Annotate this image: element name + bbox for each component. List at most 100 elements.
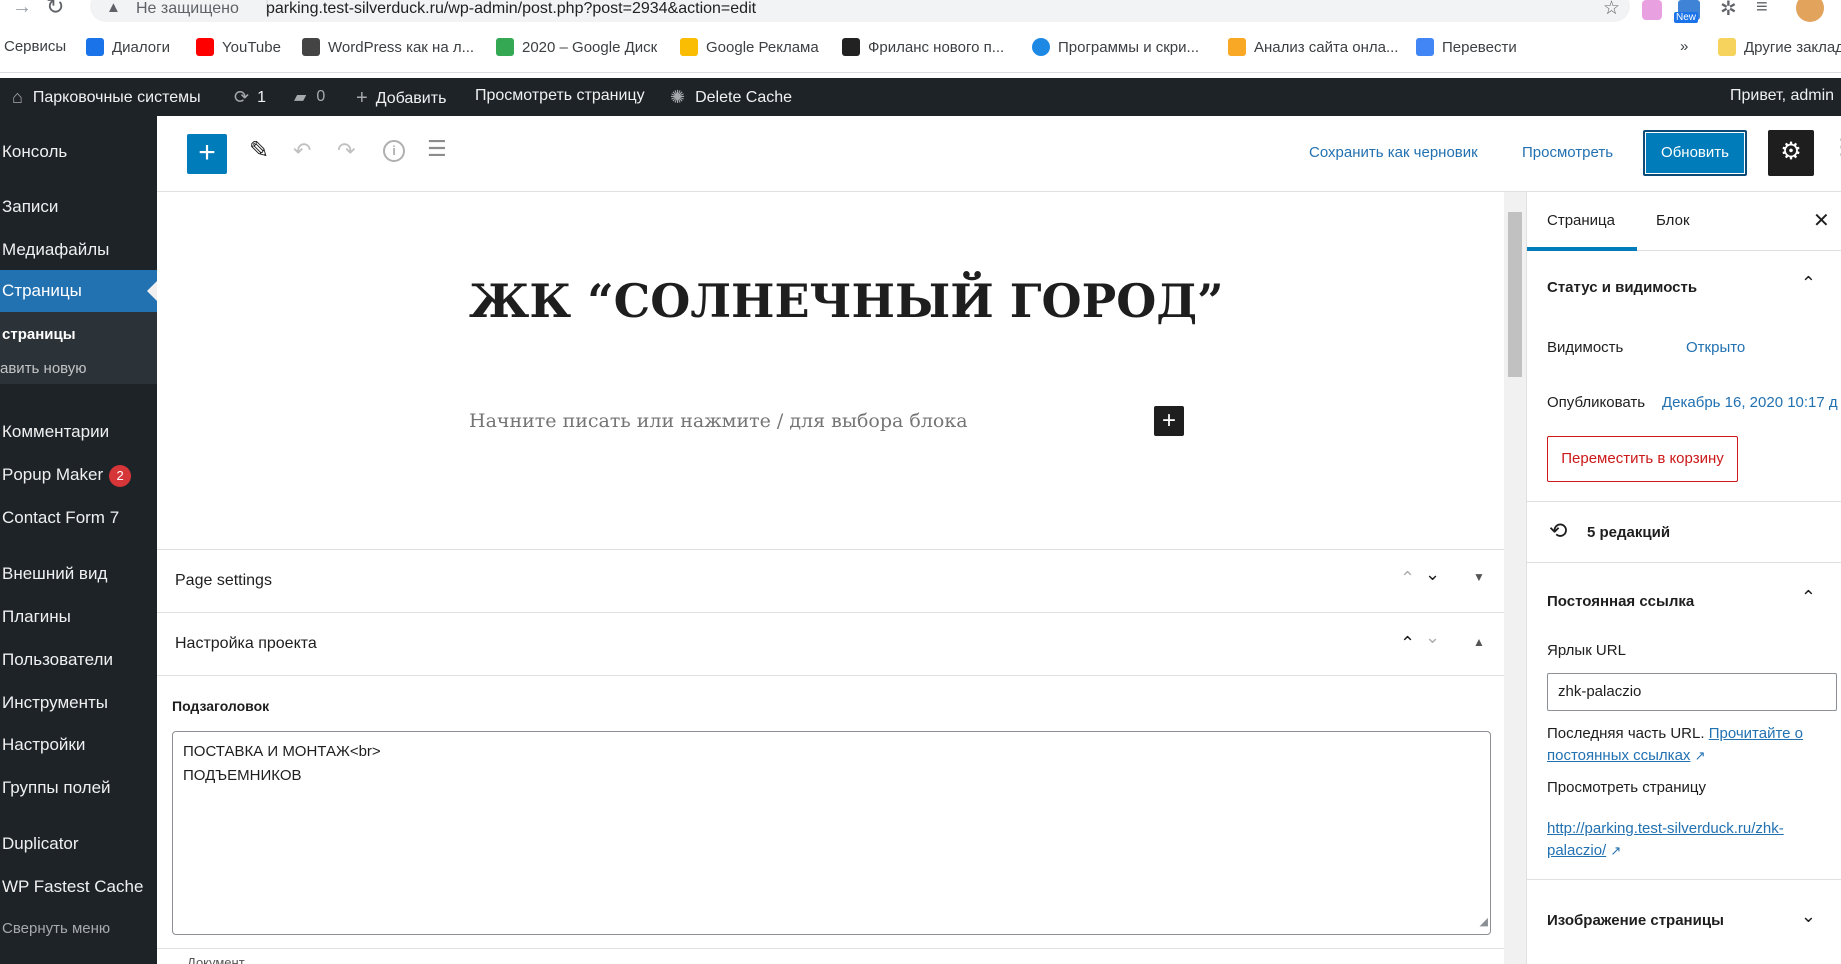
move-to-trash-button[interactable]: Переместить в корзину: [1547, 436, 1738, 482]
move-up-icon[interactable]: ⌃: [1400, 568, 1415, 589]
block-placeholder[interactable]: Начните писать или нажмите / для выбора …: [469, 410, 968, 432]
youtube-icon: [196, 38, 214, 56]
menu-settings[interactable]: Настройки: [2, 735, 85, 755]
list-view-icon[interactable]: ☰: [427, 136, 447, 162]
save-draft-button[interactable]: Сохранить как черновик: [1309, 144, 1478, 161]
greeting-link[interactable]: Привет, admin: [1730, 87, 1834, 105]
status-visibility-title[interactable]: Статус и видимость: [1547, 279, 1697, 296]
menu-tools[interactable]: Инструменты: [2, 693, 108, 713]
reading-list-icon[interactable]: ≡: [1756, 0, 1768, 19]
menu-posts[interactable]: Записи: [2, 197, 58, 217]
menu-popup-maker[interactable]: Popup Maker 2: [2, 465, 132, 487]
page-settings-title[interactable]: Page settings: [175, 572, 272, 590]
reload-icon[interactable]: ↻: [46, 0, 64, 20]
bookmark-freelance[interactable]: Фриланс нового п...: [842, 38, 1004, 56]
menu-contact-form[interactable]: Contact Form 7: [2, 508, 119, 528]
publish-date[interactable]: Декабрь 16, 2020 10:17 д: [1662, 394, 1838, 411]
menu-pages-active[interactable]: Страницы: [0, 270, 157, 312]
canvas-scroll-thumb[interactable]: [1508, 212, 1522, 377]
undo-icon[interactable]: ↶: [293, 138, 311, 164]
edit-tool-icon[interactable]: ✎: [249, 136, 269, 165]
menu-field-groups[interactable]: Группы полей: [2, 778, 111, 798]
move-down-icon[interactable]: ⌄: [1425, 627, 1440, 648]
page-settings-metabox: Page settings ⌃ ⌄ ▼: [157, 549, 1504, 612]
bookmark-wordpress[interactable]: WordPress как на л...: [302, 38, 474, 56]
active-arrow: [147, 281, 157, 301]
forward-icon[interactable]: →: [12, 0, 32, 19]
settings-gear-button[interactable]: ⚙: [1768, 130, 1814, 176]
subtitle-textarea[interactable]: ПОСТАВКА И МОНТАЖ<br> ПОДЪЕМНИКОВ ◢: [172, 731, 1491, 935]
bookmarks-overflow[interactable]: »: [1680, 38, 1688, 55]
move-up-icon[interactable]: ⌃: [1400, 633, 1415, 654]
collapse-menu[interactable]: Свернуть меню: [2, 920, 110, 937]
chevron-down-icon[interactable]: ⌄: [1801, 906, 1816, 927]
chevron-up-icon[interactable]: ⌃: [1801, 587, 1816, 608]
extension-icon[interactable]: [1642, 0, 1662, 20]
tab-page[interactable]: Страница: [1547, 212, 1615, 229]
bookmark-google-ads[interactable]: Google Реклама: [680, 38, 819, 56]
redo-icon[interactable]: ↷: [337, 138, 355, 164]
resize-handle-icon[interactable]: ◢: [1480, 910, 1488, 934]
menu-duplicator[interactable]: Duplicator: [2, 834, 79, 854]
block-inserter-button[interactable]: +: [187, 134, 227, 174]
submenu-add-new[interactable]: авить новую: [0, 360, 87, 377]
plus-icon: +: [356, 87, 368, 109]
page-url-link-cont[interactable]: palaczio/: [1547, 842, 1606, 859]
bookmark-translate[interactable]: Перевести: [1416, 38, 1517, 56]
comments-link[interactable]: ▰ 0: [294, 87, 325, 107]
inline-inserter-button[interactable]: +: [1154, 406, 1184, 436]
address-bar[interactable]: ▲ Не защищено | parking.test-silverduck.…: [90, 0, 1630, 22]
toggle-panel-icon[interactable]: ▲: [1473, 635, 1485, 649]
permalink-title[interactable]: Постоянная ссылка: [1547, 593, 1694, 610]
menu-users[interactable]: Пользователи: [2, 650, 113, 670]
bookmark-google-drive[interactable]: 2020 – Google Диск: [496, 38, 657, 56]
bookmark-programs[interactable]: Программы и скри...: [1032, 38, 1199, 56]
bookmark-youtube[interactable]: YouTube: [196, 38, 281, 56]
read-about-link-cont[interactable]: постоянных ссылках: [1547, 747, 1690, 764]
view-page-link[interactable]: Просмотреть страницу: [475, 87, 645, 105]
bookmark-other[interactable]: Другие заклад: [1718, 38, 1841, 56]
tab-block[interactable]: Блок: [1656, 212, 1690, 229]
slug-input[interactable]: zhk-palaczio: [1547, 673, 1837, 711]
featured-image-title[interactable]: Изображение страницы: [1547, 912, 1724, 929]
updates-link[interactable]: ⟳ 1: [234, 87, 266, 108]
more-options-icon[interactable]: ⋮: [1831, 134, 1841, 160]
history-icon: ⟲: [1549, 518, 1568, 543]
post-title[interactable]: ЖК “СОЛНЕЧНЫЙ ГОРОД”: [469, 274, 1224, 328]
menu-plugins[interactable]: Плагины: [2, 607, 71, 627]
url-text[interactable]: parking.test-silverduck.ru/wp-admin/post…: [266, 0, 756, 18]
breadcrumb[interactable]: Документ: [187, 955, 245, 964]
revisions-link[interactable]: 5 редакций: [1587, 524, 1670, 541]
bookmark-dialogs[interactable]: Диалоги: [86, 38, 170, 56]
project-settings-title[interactable]: Настройка проекта: [175, 635, 317, 653]
close-icon[interactable]: ✕: [1813, 208, 1830, 233]
read-about-link[interactable]: Прочитайте о: [1709, 725, 1803, 742]
sidebar-tabs: Страница Блок ✕: [1527, 192, 1841, 251]
preview-button[interactable]: Просмотреть: [1522, 144, 1613, 161]
submenu-all-pages[interactable]: страницы: [2, 326, 76, 343]
menu-appearance[interactable]: Внешний вид: [2, 564, 107, 584]
permalink-help: Последняя часть URL. Прочитайте о постоя…: [1547, 725, 1804, 764]
info-icon[interactable]: i: [383, 140, 405, 162]
new-badge: New: [1674, 12, 1699, 23]
puzzle-icon[interactable]: ✲: [1720, 0, 1737, 21]
add-new-link[interactable]: + Добавить: [356, 87, 446, 110]
menu-comments[interactable]: Комментарии: [2, 422, 109, 442]
update-button[interactable]: Обновить: [1643, 130, 1747, 176]
site-name-link[interactable]: ⌂ Парковочные системы: [12, 87, 201, 108]
revisions-panel[interactable]: ⟲ 5 редакций: [1527, 501, 1841, 562]
menu-media[interactable]: Медиафайлы: [2, 240, 109, 260]
move-down-icon[interactable]: ⌄: [1425, 564, 1440, 585]
delete-cache-link[interactable]: ✺ Delete Cache: [670, 87, 792, 108]
toggle-panel-icon[interactable]: ▼: [1473, 570, 1485, 584]
profile-avatar[interactable]: [1796, 0, 1824, 22]
bookmark-site-analysis[interactable]: Анализ сайта онла...: [1228, 38, 1398, 56]
visibility-value[interactable]: Открыто: [1686, 339, 1745, 356]
chevron-up-icon[interactable]: ⌃: [1801, 273, 1816, 294]
bookmark-services[interactable]: Сервисы: [4, 38, 66, 55]
page-url-link[interactable]: http://parking.test-silverduck.ru/zhk-: [1547, 820, 1784, 837]
star-icon[interactable]: ☆: [1603, 0, 1620, 20]
warning-icon: ▲: [106, 0, 121, 16]
menu-wp-fastest-cache[interactable]: WP Fastest Cache: [2, 877, 143, 897]
menu-console[interactable]: Консоль: [2, 142, 67, 162]
